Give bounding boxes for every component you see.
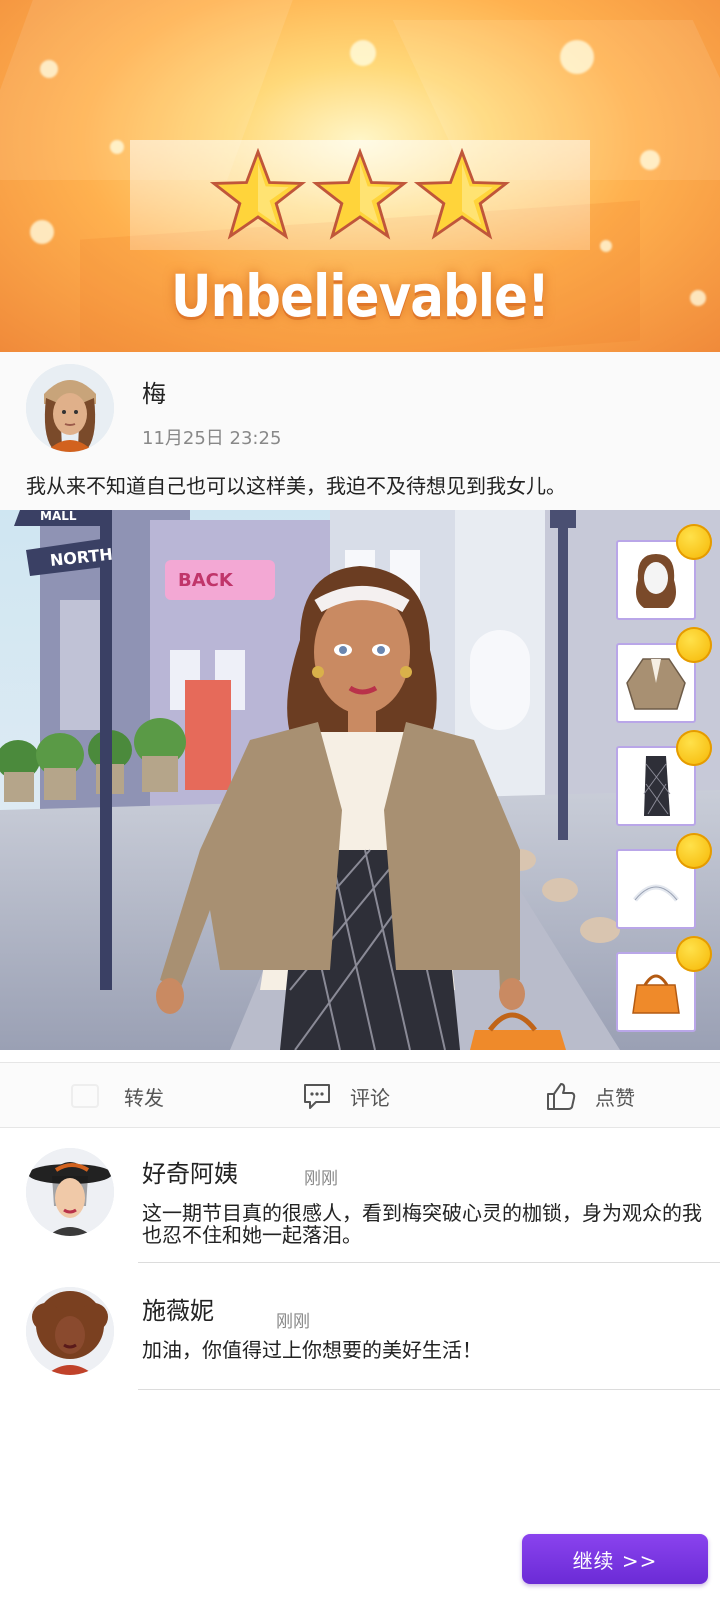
rating-stars xyxy=(0,148,720,240)
outfit-item-headband[interactable] xyxy=(616,833,712,929)
commenter-avatar[interactable] xyxy=(26,1287,114,1375)
star-icon xyxy=(210,148,306,240)
outfit-item-hair[interactable] xyxy=(616,524,712,620)
comment-text: 加油，你值得过上你想要的美好生活！ xyxy=(142,1338,482,1362)
comment-item: 好奇阿姨 刚刚 这一期节目真的很感人，看到梅突破心灵的枷锁，身为观众的我也忍不住… xyxy=(0,1148,720,1266)
outfit-item-jacket[interactable] xyxy=(616,627,712,723)
post-action-bar: 转发 评论 点赞 xyxy=(0,1062,720,1128)
like-label: 点赞 xyxy=(595,1085,635,1110)
post-header: 梅 11月25日 23:25 我从来不知道自己也可以这样美，我迫不及待想见到我女… xyxy=(0,352,720,510)
happy-emoji-icon xyxy=(676,833,712,869)
continue-button[interactable]: 继续 >> xyxy=(522,1534,708,1584)
comment-text: 这一期节目真的很感人，看到梅突破心灵的枷锁，身为观众的我也忍不住和她一起落泪。 xyxy=(142,1201,702,1247)
street-background: MALL NORTH BACK xyxy=(0,510,720,1050)
outfit-item-handbag[interactable] xyxy=(616,936,712,1032)
post-text: 我从来不知道自己也可以这样美，我迫不及待想见到我女儿。 xyxy=(26,474,566,498)
comment-time: 刚刚 xyxy=(276,1312,310,1332)
star-icon xyxy=(312,148,408,240)
jacket-item-icon xyxy=(626,658,686,710)
comment-button[interactable]: 评论 xyxy=(302,1063,390,1129)
outfit-items-panel xyxy=(616,524,712,1050)
comment-item: 施薇妮 刚刚 加油，你值得过上你想要的美好生活！ xyxy=(0,1287,720,1391)
sparkle xyxy=(600,240,612,252)
sparkle xyxy=(40,60,58,78)
thumbs-up-icon xyxy=(547,1083,576,1110)
dressup-scene: MALL NORTH BACK xyxy=(0,510,720,1050)
handbag-item-icon xyxy=(632,974,680,1014)
hair-item-icon xyxy=(636,554,676,608)
star-icon xyxy=(414,148,510,240)
post-timestamp: 11月25日 23:25 xyxy=(142,428,282,449)
like-button[interactable]: 点赞 xyxy=(545,1063,635,1129)
comment-divider xyxy=(138,1389,720,1390)
commenter-avatar[interactable] xyxy=(26,1148,114,1236)
happy-emoji-icon xyxy=(676,524,712,560)
sparkle xyxy=(560,40,594,74)
comment-divider xyxy=(138,1262,720,1263)
skirt-item-icon xyxy=(643,756,671,816)
result-banner: Unbelievable! xyxy=(0,0,720,352)
author-avatar[interactable] xyxy=(26,364,114,452)
comment-label: 评论 xyxy=(350,1085,390,1110)
share-icon xyxy=(71,1084,99,1108)
svg-text:BACK: BACK xyxy=(178,570,234,591)
commenter-name: 施薇妮 xyxy=(142,1297,214,1325)
outfit-item-skirt[interactable] xyxy=(616,730,712,826)
sparkle xyxy=(690,290,706,306)
share-button[interactable]: 转发 xyxy=(70,1063,164,1129)
comment-time: 刚刚 xyxy=(304,1169,338,1189)
post-author-name: 梅 xyxy=(142,380,166,408)
happy-emoji-icon xyxy=(676,730,712,766)
headband-item-icon xyxy=(633,884,679,902)
happy-emoji-icon xyxy=(676,936,712,972)
sparkle xyxy=(350,40,376,66)
share-label: 转发 xyxy=(124,1085,164,1110)
commenter-name: 好奇阿姨 xyxy=(142,1160,238,1188)
comment-icon xyxy=(304,1084,330,1109)
banner-title: Unbelievable! xyxy=(171,262,550,330)
svg-text:MALL: MALL xyxy=(40,510,77,523)
happy-emoji-icon xyxy=(676,627,712,663)
